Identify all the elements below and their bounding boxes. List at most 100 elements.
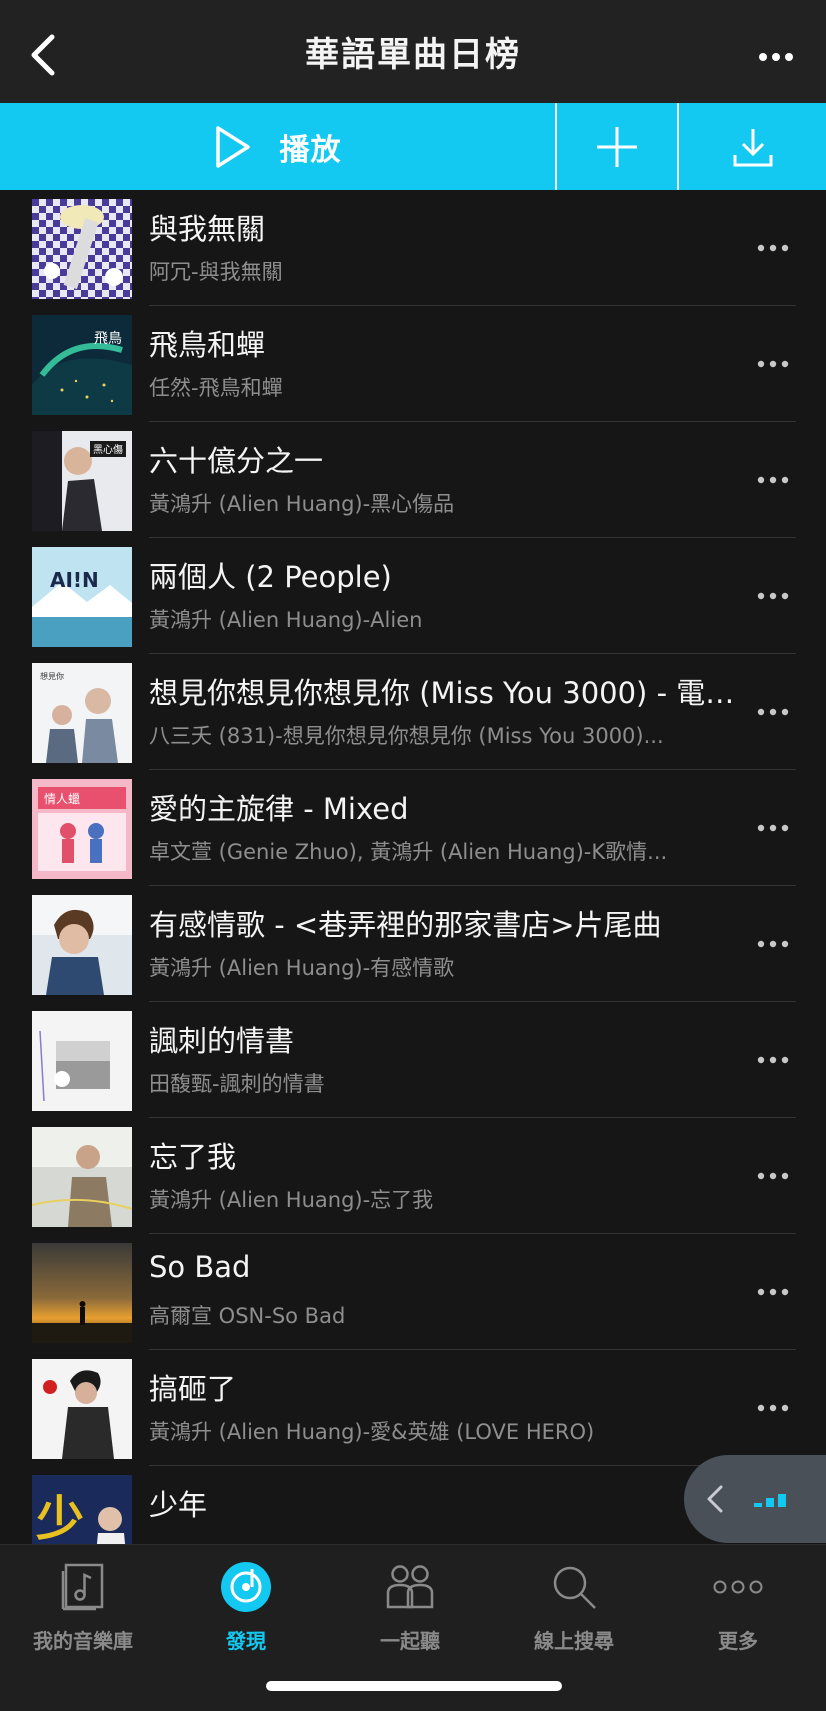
album-art <box>32 1127 132 1227</box>
album-art <box>32 1359 132 1459</box>
song-title: So Bad <box>149 1250 251 1284</box>
tab-label: 線上搜尋 <box>534 1629 614 1653</box>
song-more-button[interactable] <box>748 228 798 268</box>
song-more-button[interactable] <box>748 692 798 732</box>
song-title: 愛的主旋律 - Mixed <box>149 792 409 826</box>
download-button[interactable] <box>679 103 826 190</box>
song-artist-album: 高爾宣 OSN-So Bad <box>149 1304 346 1328</box>
song-row[interactable]: 諷刺的情書 田馥甄-諷刺的情書 <box>0 1002 826 1118</box>
song-artist-album: 黃鴻升 (Alien Huang)-有感情歌 <box>149 956 455 980</box>
ellipsis-icon <box>757 360 789 368</box>
ellipsis-icon <box>757 1404 789 1412</box>
tab-label: 我的音樂庫 <box>33 1629 133 1653</box>
song-artist-album: 八三夭 (831)-想見你想見你想見你 (Miss You 3000)... <box>149 724 664 748</box>
song-more-button[interactable] <box>748 924 798 964</box>
chevron-left-icon <box>707 1485 723 1513</box>
album-art: 少 <box>32 1475 132 1544</box>
search-icon <box>546 1559 602 1615</box>
svg-text:飛鳥: 飛鳥 <box>94 331 122 347</box>
album-art: 情人蠟 <box>32 779 132 879</box>
song-title: 與我無關 <box>149 212 266 246</box>
listen-together-icon <box>382 1559 438 1615</box>
song-more-button[interactable] <box>748 1156 798 1196</box>
equalizer-icon <box>754 1494 786 1507</box>
song-row[interactable]: 黑心傷 六十億分之一 黃鴻升 (Alien Huang)-黑心傷品 <box>0 422 826 538</box>
discover-disc-icon <box>218 1559 274 1615</box>
song-more-button[interactable] <box>748 1388 798 1428</box>
song-row[interactable]: 有感情歌 - <巷弄裡的那家書店>片尾曲 黃鴻升 (Alien Huang)-有… <box>0 886 826 1002</box>
chevron-left-icon <box>31 34 55 76</box>
more-icon <box>710 1559 766 1615</box>
album-art <box>32 199 132 299</box>
song-row[interactable]: So Bad 高爾宣 OSN-So Bad <box>0 1234 826 1350</box>
download-icon <box>733 128 772 166</box>
song-artist-album: 黃鴻升 (Alien Huang)-黑心傷品 <box>149 492 455 516</box>
plus-icon <box>597 126 637 167</box>
song-title: 搞砸了 <box>149 1372 237 1406</box>
tab-my-library[interactable]: 我的音樂庫 <box>8 1559 158 1659</box>
song-title: 有感情歌 - <巷弄裡的那家書店>片尾曲 <box>149 908 662 942</box>
song-title: 少年 <box>149 1488 208 1522</box>
song-artist-album: 田馥甄-諷刺的情書 <box>149 1072 325 1096</box>
ellipsis-icon <box>757 940 789 948</box>
song-artist-album: 黃鴻升 (Alien Huang)-忘了我 <box>149 1188 434 1212</box>
action-bar: 播放 <box>0 103 826 190</box>
ellipsis-icon <box>757 1172 789 1180</box>
ellipsis-icon <box>757 476 789 484</box>
song-list: 與我無關 阿冗-與我無關 飛鳥 飛鳥和蟬 任然-飛鳥和蟬 黑心傷 六十億分之一 … <box>0 190 826 1544</box>
add-to-playlist-button[interactable] <box>557 103 677 190</box>
song-row[interactable]: 飛鳥 飛鳥和蟬 任然-飛鳥和蟬 <box>0 306 826 422</box>
song-more-button[interactable] <box>748 1272 798 1312</box>
song-title: 諷刺的情書 <box>149 1024 295 1058</box>
svg-text:少: 少 <box>36 1491 84 1544</box>
song-title: 忘了我 <box>149 1140 237 1174</box>
nav-header: 華語單曲日榜 <box>0 0 826 103</box>
song-row[interactable]: 與我無關 阿冗-與我無關 <box>0 190 826 306</box>
svg-text:想見你: 想見你 <box>40 671 64 681</box>
tab-online-search[interactable]: 線上搜尋 <box>499 1559 649 1659</box>
play-all-button[interactable]: 播放 <box>0 103 555 190</box>
header-more-button[interactable] <box>746 32 806 82</box>
song-more-button[interactable] <box>748 344 798 384</box>
play-icon <box>215 125 250 168</box>
page-title: 華語單曲日榜 <box>305 35 521 75</box>
song-title: 六十億分之一 <box>149 444 324 478</box>
song-artist-album: 黃鴻升 (Alien Huang)-愛&英雄 (LOVE HERO) <box>149 1420 595 1444</box>
album-art <box>32 1243 132 1343</box>
back-button[interactable] <box>18 30 68 80</box>
ellipsis-icon <box>759 53 793 61</box>
ellipsis-icon <box>757 1056 789 1064</box>
album-art: 黑心傷 <box>32 431 132 531</box>
song-title: 想見你想見你想見你 (Miss You 3000) - 電視劇 <想見你> 片尾… <box>149 676 739 710</box>
tab-discover[interactable]: 發現 <box>171 1559 321 1659</box>
song-more-button[interactable] <box>748 808 798 848</box>
svg-text:情人蠟: 情人蠟 <box>44 792 80 806</box>
song-row[interactable]: 情人蠟 愛的主旋律 - Mixed 卓文萱 (Genie Zhuo), 黃鴻升 … <box>0 770 826 886</box>
music-library-icon <box>55 1559 111 1615</box>
tab-label: 更多 <box>718 1629 758 1653</box>
tab-more[interactable]: 更多 <box>663 1559 813 1659</box>
ellipsis-icon <box>757 1288 789 1296</box>
song-row[interactable]: AI!N 兩個人 (2 People) 黃鴻升 (Alien Huang)-Al… <box>0 538 826 654</box>
song-row[interactable]: 搞砸了 黃鴻升 (Alien Huang)-愛&英雄 (LOVE HERO) <box>0 1350 826 1466</box>
song-more-button[interactable] <box>748 460 798 500</box>
song-row[interactable]: 想見你 想見你想見你想見你 (Miss You 3000) - 電視劇 <想見你… <box>0 654 826 770</box>
svg-text:黑心傷: 黑心傷 <box>93 443 123 456</box>
song-row[interactable]: 忘了我 黃鴻升 (Alien Huang)-忘了我 <box>0 1118 826 1234</box>
song-artist-album: 卓文萱 (Genie Zhuo), 黃鴻升 (Alien Huang)-K歌情.… <box>149 840 668 864</box>
album-art: 飛鳥 <box>32 315 132 415</box>
ellipsis-icon <box>757 708 789 716</box>
mini-player-tab[interactable] <box>684 1455 826 1543</box>
home-indicator[interactable] <box>266 1681 562 1691</box>
ellipsis-icon <box>757 592 789 600</box>
album-art <box>32 1011 132 1111</box>
album-art <box>32 895 132 995</box>
song-artist-album: 黃鴻升 (Alien Huang)-Alien <box>149 608 423 632</box>
tab-label: 一起聽 <box>380 1629 440 1653</box>
tab-listen-together[interactable]: 一起聽 <box>335 1559 485 1659</box>
ellipsis-icon <box>757 244 789 252</box>
song-title: 飛鳥和蟬 <box>149 328 266 362</box>
song-more-button[interactable] <box>748 576 798 616</box>
song-more-button[interactable] <box>748 1040 798 1080</box>
album-art: 想見你 <box>32 663 132 763</box>
